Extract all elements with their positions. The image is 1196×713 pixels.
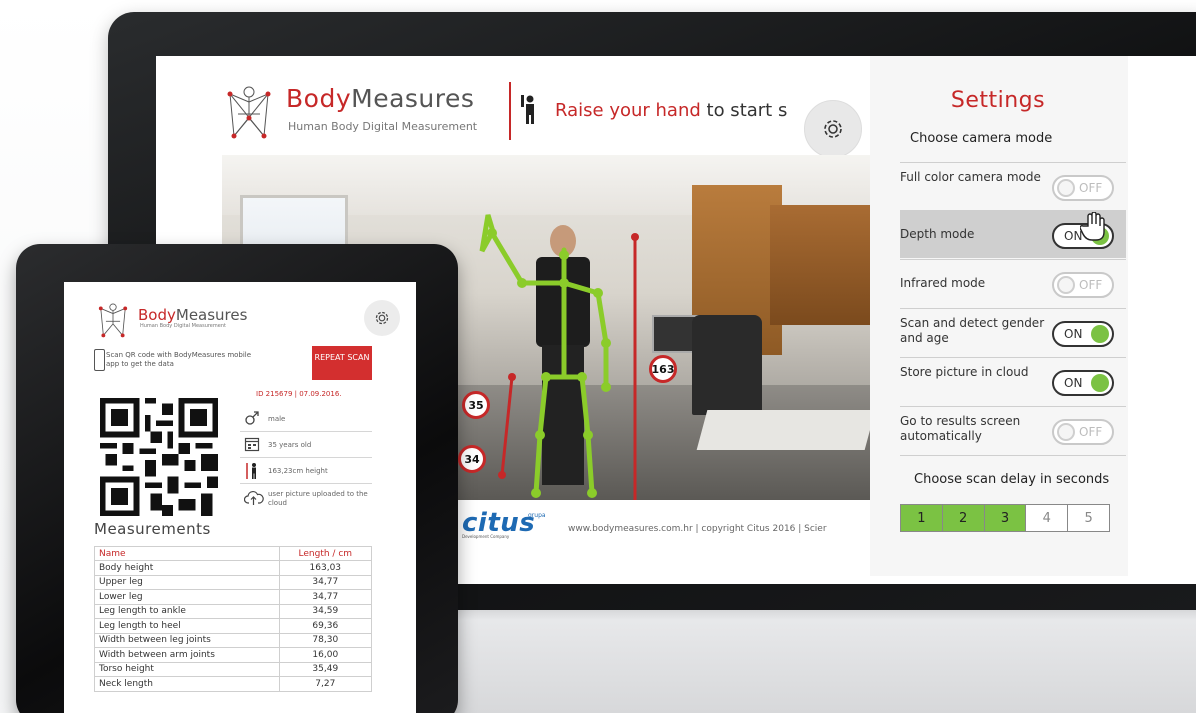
brand-name: BodyMeasures [286,84,475,113]
toggle-gender-age[interactable]: ON [1052,321,1114,347]
repeat-scan-button[interactable]: REPEAT SCAN [312,346,372,380]
tablet-brand-subtitle: Human Body Digital Measurement [140,323,226,329]
info-age: 35 years old [240,432,372,458]
scan-delay-selector: 1 2 3 4 5 [900,504,1110,532]
table-header-row: Name Length / cm [94,546,373,561]
settings-title: Settings [950,88,1046,113]
gender-icon [245,411,259,425]
scan-id-date: ID 215679 | 07.09.2016. [256,390,342,398]
brand-subtitle: Human Body Digital Measurement [288,120,478,133]
citus-logo-tagline: Development Company [462,534,510,539]
toggle-store-cloud[interactable]: ON [1052,370,1114,396]
table-row: Leg length to heel 69,36 [94,618,373,634]
table-row: Leg length to ankle 34,59 [94,603,373,619]
delay-option-2[interactable]: 2 [942,505,985,531]
phone-icon [94,349,105,371]
tablet-settings-button[interactable] [364,300,400,336]
brand-logo: BodyMeasures Human Body Digital Measurem… [224,78,494,148]
measurements-title: Measurements [94,520,211,538]
height-icon [246,463,256,479]
setting-infrared-mode: Infrared mode OFF [900,259,1126,307]
delay-option-4[interactable]: 4 [1026,505,1069,531]
delay-option-3[interactable]: 3 [984,505,1027,531]
setting-gender-age: Scan and detect gender and age ON [900,308,1126,356]
tablet-brand-name: BodyMeasures [138,306,248,324]
setting-full-color-camera: Full color camera mode OFF [900,162,1126,210]
camera-mode-heading: Choose camera mode [910,131,1053,146]
calendar-icon [244,437,260,452]
column-header-name: Name [94,546,280,561]
scan-delay-heading: Choose scan delay in seconds [914,472,1110,487]
toggle-results-auto[interactable]: OFF [1052,419,1114,445]
measurement-badge: 34 [458,445,486,473]
delay-option-5[interactable]: 5 [1068,505,1109,531]
table-row: Torso height 35,49 [94,661,373,677]
body-network-logo-icon [227,86,271,139]
toggle-full-color-camera[interactable]: OFF [1052,175,1114,201]
gear-icon [824,120,842,138]
setting-results-auto: Go to results screen automatically OFF [900,406,1126,454]
info-gender: male [240,406,372,432]
table-row: Width between leg joints 78,30 [94,632,373,648]
table-row: Body height 163,03 [94,560,373,576]
gear-icon [375,311,389,325]
toggle-infrared-mode[interactable]: OFF [1052,272,1114,298]
info-height: 163,23cm height [240,458,372,484]
cloud-upload-icon [244,491,264,505]
body-network-logo-icon [98,303,128,338]
raise-hand-icon [521,95,534,124]
delay-option-1[interactable]: 1 [901,505,943,531]
settings-divider [900,455,1126,456]
info-cloud-upload: user picture uploaded to the cloud [240,486,372,516]
table-row: Upper leg 34,77 [94,574,373,590]
settings-gear-button[interactable] [804,100,862,158]
table-row: Lower leg 34,77 [94,589,373,605]
table-row: Width between arm joints 16,00 [94,647,373,663]
setting-store-cloud: Store picture in cloud ON [900,357,1126,405]
measurement-badge: 35 [462,391,490,419]
column-header-length: Length / cm [278,546,373,561]
qr-code-icon [100,398,218,516]
table-row: Neck length 7,27 [94,676,373,692]
measurements-table: Name Length / cm Body height 163,03 Upper… [94,546,373,692]
footer-copyright: www.bodymeasures.com.hr | copyright Citu… [568,524,827,534]
scene: BodyMeasures Human Body Digital Measurem… [0,0,1196,713]
instruction-text: Raise your hand to start s [555,100,788,121]
header-divider [509,82,511,140]
scan-qr-note: Scan QR code with BodyMeasures mobile ap… [106,351,252,368]
citus-logo-suffix: grupa [528,512,546,519]
measurement-badge: 163 [649,355,677,383]
hand-cursor-icon [1080,212,1105,241]
